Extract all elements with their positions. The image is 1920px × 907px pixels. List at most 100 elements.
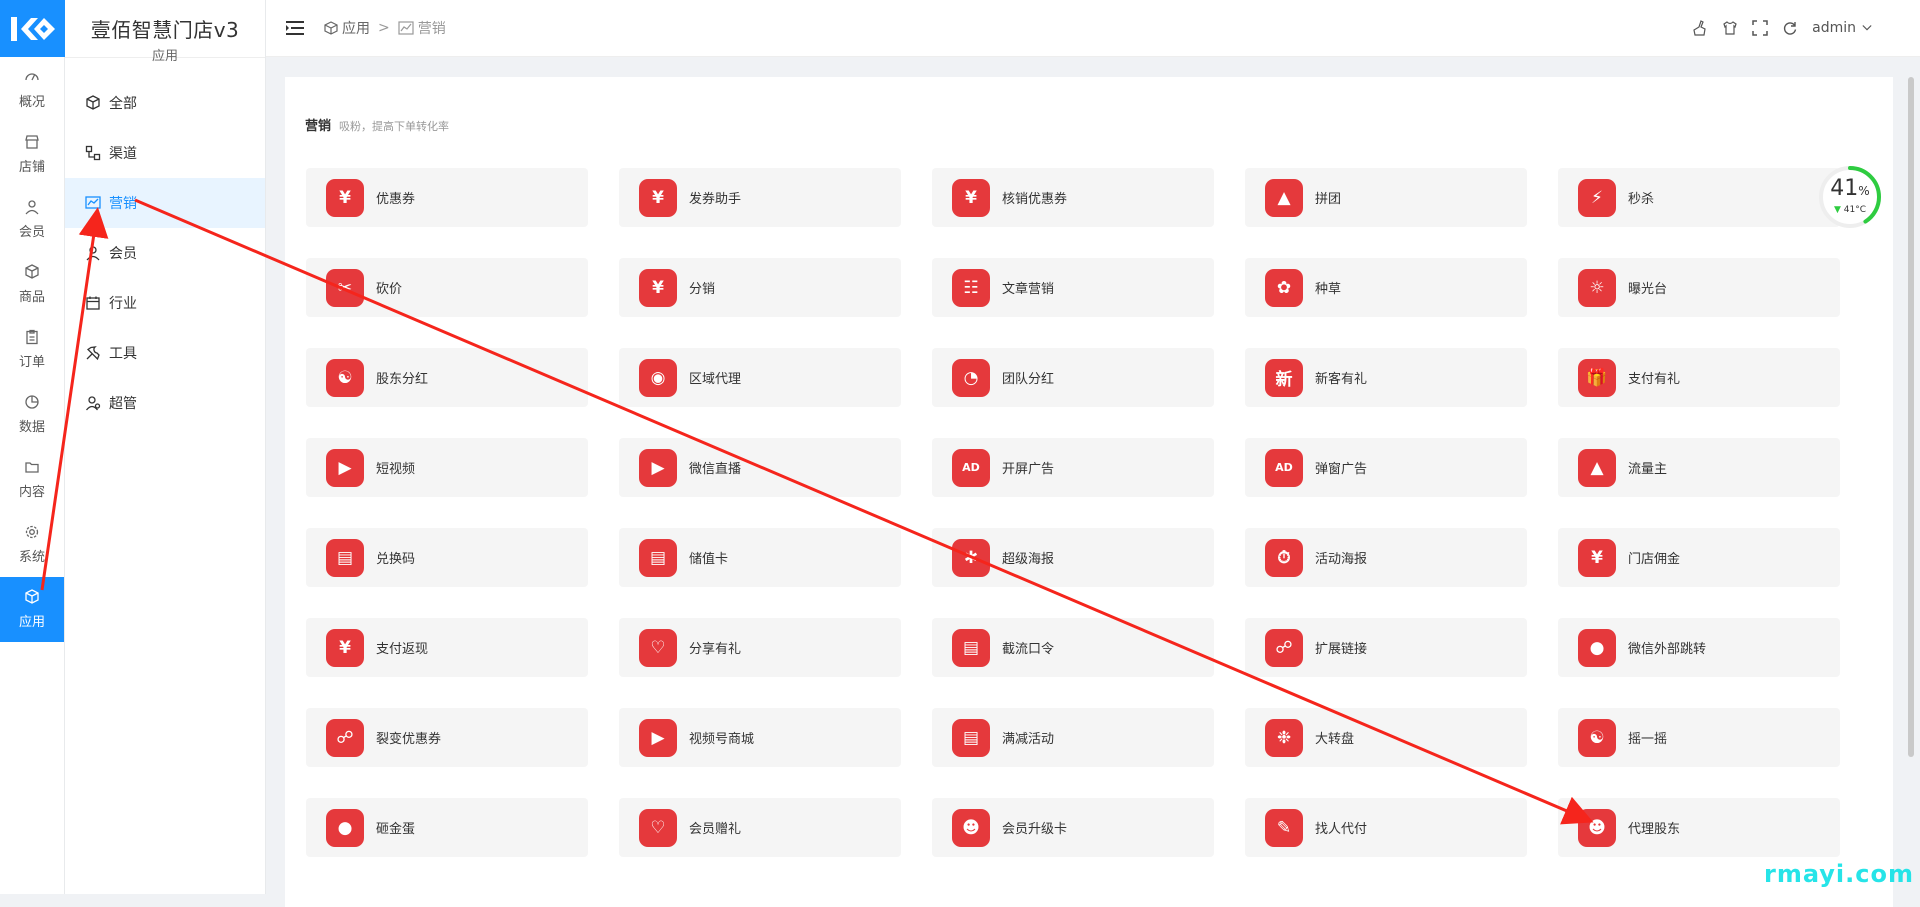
breadcrumb-separator: > (378, 20, 390, 36)
iconbar-label: 会员 (19, 221, 45, 240)
brand: 壹佰智慧门店v3 应用 (65, 0, 265, 57)
app-card[interactable]: ▤ 兑换码 (306, 528, 588, 587)
app-label: 区域代理 (689, 368, 741, 387)
app-card[interactable]: ▶ 短视频 (306, 438, 588, 497)
app-card[interactable]: AD 开屏广告 (932, 438, 1214, 497)
app-card[interactable]: ⚡ 秒杀 (1558, 168, 1840, 227)
app-icon: ♡ (639, 809, 677, 847)
gauge-temp: ▼ 41°C (1817, 205, 1883, 215)
vertical-scrollbar[interactable] (1908, 57, 1914, 894)
app-card[interactable]: ¥ 支付返现 (306, 618, 588, 677)
fullscreen-icon[interactable] (1752, 20, 1768, 36)
app-card[interactable]: ¥ 分销 (619, 258, 901, 317)
iconbar-item-4[interactable]: 订单 (0, 317, 64, 382)
app-label: 秒杀 (1628, 188, 1654, 207)
menu-toggle-icon[interactable] (286, 21, 304, 35)
app-icon: ▤ (952, 719, 990, 757)
app-label: 砸金蛋 (376, 818, 415, 837)
app-label: 截流口令 (1002, 638, 1054, 657)
app-icon: ▶ (326, 449, 364, 487)
iconbar-item-0[interactable]: 概况 (0, 57, 64, 122)
subnav-item-4[interactable]: 行业 (65, 278, 265, 328)
iconbar-item-8[interactable]: 应用 (0, 577, 64, 642)
breadcrumb-second: 营销 (398, 18, 446, 38)
app-card[interactable]: ☯ 股东分红 (306, 348, 588, 407)
app-card[interactable]: ✿ 种草 (1245, 258, 1527, 317)
app-card[interactable]: ▤ 截流口令 (932, 618, 1214, 677)
calendar-icon (85, 295, 101, 311)
app-card[interactable]: ¥ 门店佣金 (1558, 528, 1840, 587)
app-card[interactable]: ❉ 大转盘 (1245, 708, 1527, 767)
app-card[interactable]: ☍ 裂变优惠券 (306, 708, 588, 767)
app-card[interactable]: AD 弹窗广告 (1245, 438, 1527, 497)
app-card[interactable]: ▤ 储值卡 (619, 528, 901, 587)
iconbar-label: 应用 (19, 611, 45, 630)
iconbar-label: 内容 (19, 481, 45, 500)
iconbar-item-2[interactable]: 会员 (0, 187, 64, 252)
app-card[interactable]: ¥ 发券助手 (619, 168, 901, 227)
app-card[interactable]: ☷ 文章营销 (932, 258, 1214, 317)
app-card[interactable]: ♡ 会员赠礼 (619, 798, 901, 857)
app-card[interactable]: ● 砸金蛋 (306, 798, 588, 857)
app-card[interactable]: ▲ 拼团 (1245, 168, 1527, 227)
app-label: 会员升级卡 (1002, 818, 1067, 837)
app-label: 优惠券 (376, 188, 415, 207)
app-icon: ◔ (952, 359, 990, 397)
app-card[interactable]: ◔ 团队分红 (932, 348, 1214, 407)
temperature-widget[interactable]: 41% ▼ 41°C (1817, 164, 1883, 230)
app-icon: ☍ (326, 719, 364, 757)
app-card[interactable]: ☻ 会员升级卡 (932, 798, 1214, 857)
refresh-icon[interactable] (1782, 20, 1798, 36)
breadcrumb-first[interactable]: 应用 (324, 18, 370, 38)
app-card[interactable]: ¥ 核销优惠券 (932, 168, 1214, 227)
iconbar-item-3[interactable]: 商品 (0, 252, 64, 317)
iconbar-item-7[interactable]: 系统 (0, 512, 64, 577)
app-card[interactable]: ● 微信外部跳转 (1558, 618, 1840, 677)
app-card[interactable]: 🎁 支付有礼 (1558, 348, 1840, 407)
app-card[interactable]: ▲ 流量主 (1558, 438, 1840, 497)
app-card[interactable]: ◉ 区域代理 (619, 348, 901, 407)
app-icon: ☻ (1578, 809, 1616, 847)
iconbar-item-1[interactable]: 店铺 (0, 122, 64, 187)
app-label: 微信直播 (689, 458, 741, 477)
app-card[interactable]: ▶ 视频号商城 (619, 708, 901, 767)
shirt-icon[interactable] (1722, 20, 1738, 36)
iconbar-item-5[interactable]: 数据 (0, 382, 64, 447)
app-label: 开屏广告 (1002, 458, 1054, 477)
app-label: 种草 (1315, 278, 1341, 297)
subnav-item-5[interactable]: 工具 (65, 328, 265, 378)
app-card[interactable]: ♡ 分享有礼 (619, 618, 901, 677)
subnav-item-2[interactable]: 营销 (65, 178, 265, 228)
app-card[interactable]: ☍ 扩展链接 (1245, 618, 1527, 677)
cube-icon (24, 589, 40, 605)
app-card[interactable]: ⏱ 活动海报 (1245, 528, 1527, 587)
store-icon (24, 134, 40, 150)
user-menu[interactable]: admin (1812, 20, 1872, 36)
subnav-item-6[interactable]: 超管 (65, 378, 265, 428)
subnav-item-3[interactable]: 会员 (65, 228, 265, 278)
app-card[interactable]: ✎ 找人代付 (1245, 798, 1527, 857)
app-card[interactable]: ▶ 微信直播 (619, 438, 901, 497)
logo[interactable] (0, 0, 65, 57)
app-icon: ¥ (326, 179, 364, 217)
app-label: 核销优惠券 (1002, 188, 1067, 207)
app-label: 视频号商城 (689, 728, 754, 747)
app-card[interactable]: ▤ 满减活动 (932, 708, 1214, 767)
app-label: 支付返现 (376, 638, 428, 657)
top-header: 应用 > 营销 admin (266, 0, 1920, 57)
cube-icon (324, 21, 338, 35)
app-label: 短视频 (376, 458, 415, 477)
app-card[interactable]: ☼ 曝光台 (1558, 258, 1840, 317)
app-card[interactable]: ☻ 代理股东 (1558, 798, 1840, 857)
app-card[interactable]: ✱ 超级海报 (932, 528, 1214, 587)
logo-icon (7, 14, 59, 44)
user-icon (85, 245, 101, 261)
app-card[interactable]: ✂ 砍价 (306, 258, 588, 317)
iconbar-item-6[interactable]: 内容 (0, 447, 64, 512)
app-card[interactable]: 新 新客有礼 (1245, 348, 1527, 407)
app-card[interactable]: ☯ 摇一摇 (1558, 708, 1840, 767)
broom-icon[interactable] (1692, 20, 1708, 36)
app-card[interactable]: ¥ 优惠券 (306, 168, 588, 227)
subnav-item-0[interactable]: 全部 (65, 78, 265, 128)
subnav-item-1[interactable]: 渠道 (65, 128, 265, 178)
